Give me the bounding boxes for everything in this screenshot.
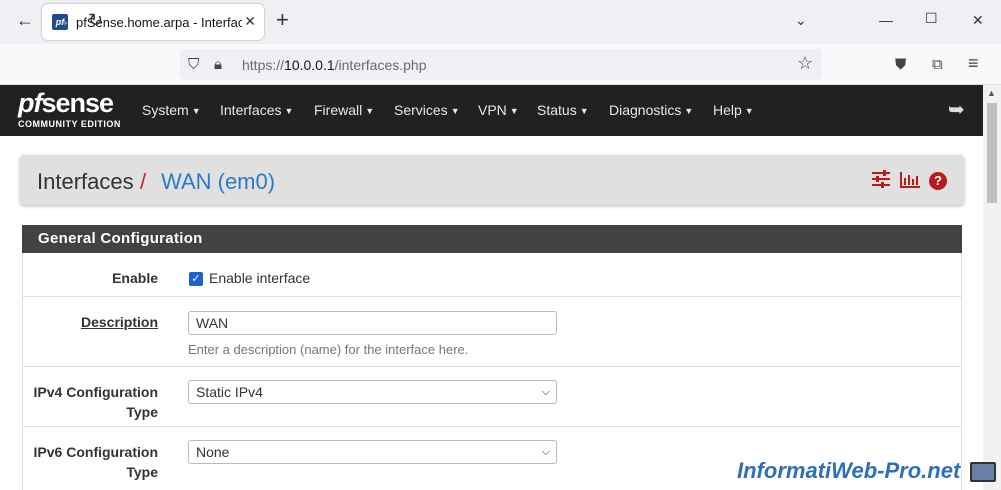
maximize-button[interactable]: ☐ [925, 10, 938, 27]
description-input[interactable] [188, 311, 557, 335]
scroll-up-arrow-icon[interactable]: ▲ [987, 88, 996, 98]
chevron-down-icon: ⌵ [541, 446, 550, 458]
menu-firewall[interactable]: Firewall ▼ [314, 102, 374, 118]
bookmark-star-icon[interactable]: ☆ [797, 53, 813, 74]
caret-down-icon: ▼ [365, 106, 375, 116]
ipv4-type-select[interactable]: Static IPv4 ⌵ [188, 380, 557, 404]
extensions-icon[interactable]: ⧉ [932, 56, 943, 73]
reload-button[interactable]: ↻ [88, 10, 103, 30]
pocket-icon[interactable]: ⛊ [895, 56, 906, 73]
row-divider [23, 426, 961, 427]
scrollbar-thumb[interactable] [987, 103, 997, 203]
enable-checkbox-label[interactable]: Enable interface [209, 270, 310, 286]
new-tab-button[interactable]: + [276, 8, 289, 32]
menu-diagnostics[interactable]: Diagnostics ▼ [609, 102, 693, 118]
url-text[interactable]: https://10.0.0.1/interfaces.php [242, 57, 426, 73]
caret-down-icon: ▼ [450, 106, 460, 116]
caret-down-icon: ▼ [509, 106, 519, 116]
row-divider [23, 366, 961, 367]
close-window-button[interactable]: ✕ [972, 12, 984, 29]
caret-down-icon: ▼ [284, 106, 294, 116]
breadcrumb-title: Interfaces [37, 169, 134, 194]
sliders-icon[interactable] [871, 170, 891, 193]
tab-close-icon[interactable]: ✕ [244, 13, 256, 30]
help-icon[interactable]: ? [929, 172, 947, 190]
browser-tab[interactable]: pf pfSense.home.arpa - Interfaces: WAN (… [42, 4, 264, 40]
minimize-button[interactable]: — [879, 12, 893, 28]
lock-icon[interactable]: 🔒︎ [214, 56, 222, 73]
bar-chart-icon[interactable] [900, 170, 920, 193]
logout-icon[interactable]: ➥ [948, 97, 965, 122]
ipv4-type-label: IPv4 Configuration Type [33, 384, 158, 420]
laptop-logo-icon [970, 462, 996, 482]
menu-status[interactable]: Status ▼ [537, 102, 589, 118]
enable-label: Enable [112, 270, 158, 286]
menu-system[interactable]: System ▼ [142, 102, 201, 118]
caret-down-icon: ▼ [684, 106, 694, 116]
breadcrumb-current-link[interactable]: WAN (em0) [161, 169, 275, 195]
caret-down-icon: ▼ [579, 106, 589, 116]
forward-button[interactable]: → [53, 10, 71, 30]
row-divider [23, 296, 961, 297]
menu-interfaces[interactable]: Interfaces ▼ [220, 102, 293, 118]
ipv6-type-label: IPv6 Configuration Type [33, 444, 158, 480]
ipv6-type-select[interactable]: None ⌵ [188, 440, 557, 464]
enable-checkbox[interactable]: ✓ [189, 272, 203, 286]
menu-services[interactable]: Services ▼ [394, 102, 460, 118]
shield-icon[interactable]: ⛉ [188, 56, 199, 73]
menu-hamburger-icon[interactable]: ≡ [968, 53, 979, 74]
caret-down-icon: ▼ [191, 106, 201, 116]
tab-list-chevron-icon[interactable]: ⌄ [795, 12, 807, 29]
description-help-text: Enter a description (name) for the inter… [188, 342, 469, 357]
description-label: Description [80, 314, 158, 330]
chevron-down-icon: ⌵ [541, 386, 550, 398]
menu-help[interactable]: Help ▼ [713, 102, 754, 118]
pfsense-logo[interactable]: pfsense COMMUNITY EDITION [18, 90, 121, 130]
back-button[interactable]: ← [16, 10, 34, 30]
menu-vpn[interactable]: VPN ▼ [478, 102, 519, 118]
panel-title: General Configuration [22, 225, 962, 253]
caret-down-icon: ▼ [744, 106, 754, 116]
breadcrumb-separator: / [140, 169, 147, 194]
watermark-text: InformatiWeb-Pro.net [737, 458, 961, 483]
